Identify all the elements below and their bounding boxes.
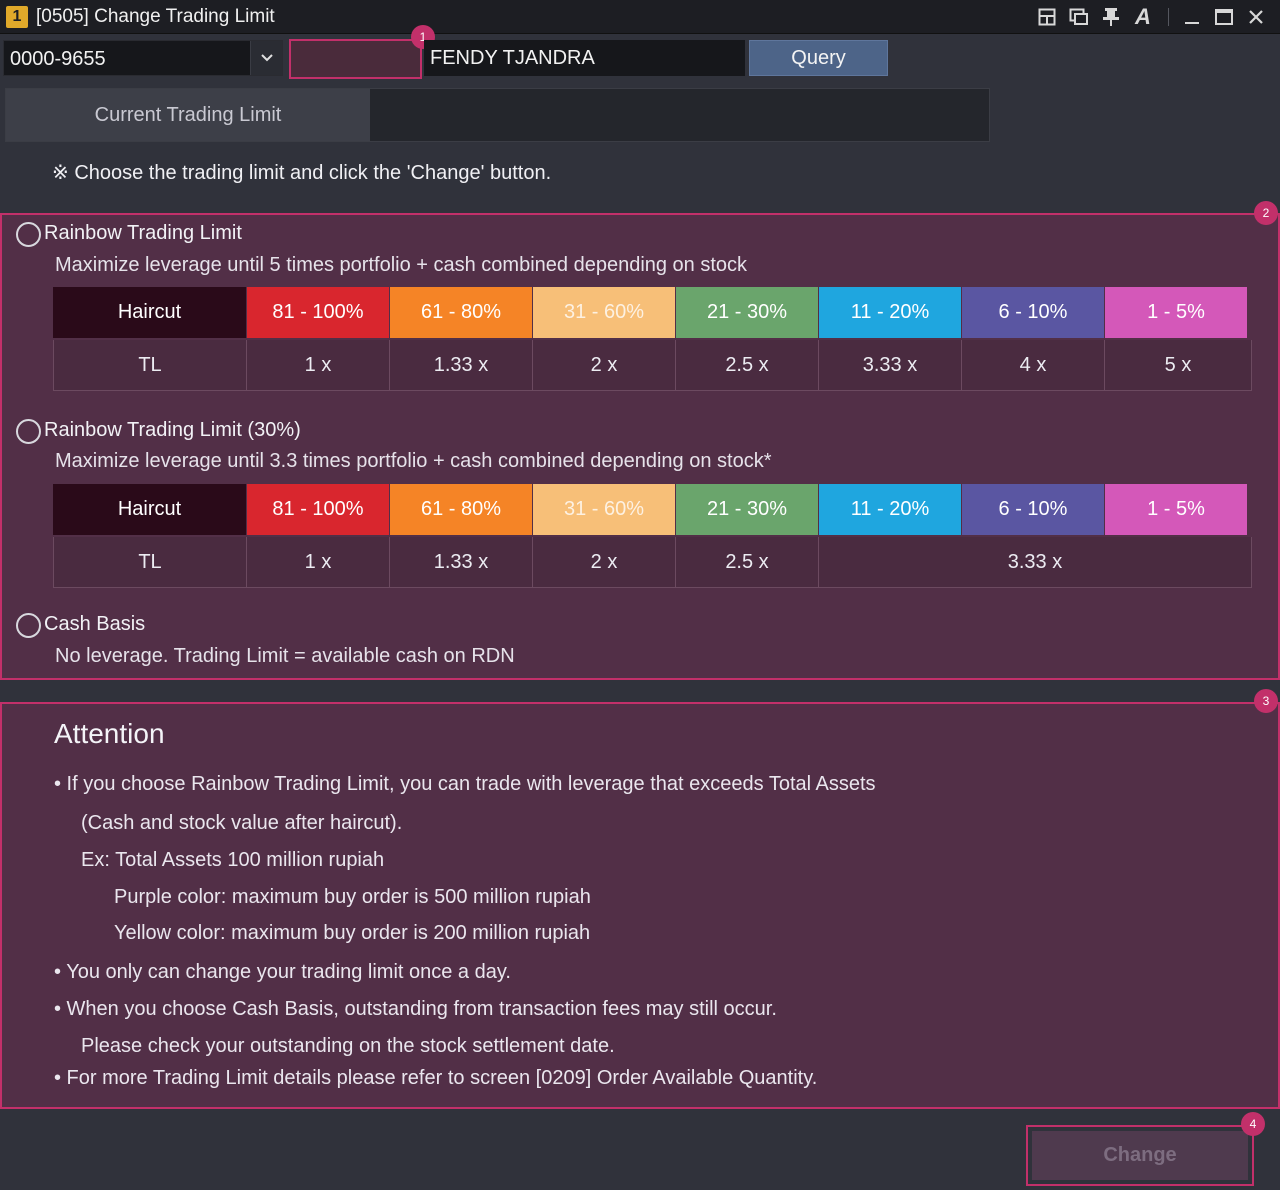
attention-panel: Attention • If you choose Rainbow Tradin… [0,702,1280,1109]
radio-cash-basis[interactable] [16,613,41,638]
tl-header: TL [53,340,247,391]
rainbow-30-limit-table: Haircut 81 - 100% 61 - 80% 31 - 60% 21 -… [53,484,1252,590]
annotation-badge-3: 3 [1254,689,1278,713]
chevron-down-icon [260,54,273,62]
haircut-cell: 11 - 20% [819,287,962,338]
tl-cell-merged: 3.33 x [819,537,1252,588]
rainbow-limit-table: Haircut 81 - 100% 61 - 80% 31 - 60% 21 -… [53,287,1252,393]
minimize-icon[interactable] [1181,6,1203,28]
attention-line: • You only can change your trading limit… [54,961,511,983]
haircut-cell: 1 - 5% [1105,287,1248,338]
instruction-text: ※ Choose the trading limit and click the… [52,162,552,184]
query-button[interactable]: Query [749,40,888,76]
attention-line: • When you choose Cash Basis, outstandin… [54,998,777,1020]
haircut-cell: 31 - 60% [533,484,676,535]
attention-line: Ex: Total Assets 100 million rupiah [81,849,385,871]
option-desc-rainbow-30: Maximize leverage until 3.3 times portfo… [55,450,772,472]
tl-cell: 1.33 x [390,537,533,588]
tl-cell: 4 x [962,340,1105,391]
tab-bar: Current Trading Limit [5,88,990,142]
password-input[interactable] [289,39,422,79]
account-value: 0000-9655 [10,48,106,70]
tl-cell: 5 x [1105,340,1252,391]
tl-cell: 1 x [247,537,390,588]
option-title-cash-basis: Cash Basis [44,613,146,635]
option-desc-rainbow: Maximize leverage until 5 times portfoli… [55,254,748,276]
radio-rainbow-trading-limit-30[interactable] [16,419,41,444]
maximize-icon[interactable] [1213,6,1235,28]
account-name-field: FENDY TJANDRA [424,40,745,76]
window-title: [0505] Change Trading Limit [36,6,275,27]
haircut-cell: 81 - 100% [247,484,390,535]
attention-line: • If you choose Rainbow Trading Limit, y… [54,773,876,795]
tl-cell: 2.5 x [676,340,819,391]
tab-current-trading-limit[interactable]: Current Trading Limit [6,89,370,141]
attention-line: Purple color: maximum buy order is 500 m… [114,886,591,908]
title-bar: 1 [0505] Change Trading Limit A [0,0,1280,34]
haircut-header: Haircut [53,484,247,535]
haircut-cell: 21 - 30% [676,287,819,338]
font-icon[interactable]: A [1132,4,1154,29]
attention-line: (Cash and stock value after haircut). [81,812,403,834]
haircut-cell: 6 - 10% [962,484,1105,535]
tl-header: TL [53,537,247,588]
trading-limit-options-panel [0,213,1280,680]
option-title-rainbow-30: Rainbow Trading Limit (30%) [44,419,301,441]
attention-line: Please check your outstanding on the sto… [81,1035,615,1057]
haircut-cell: 11 - 20% [819,484,962,535]
annotation-badge-4: 4 [1241,1112,1265,1136]
layout-icon[interactable] [1036,6,1058,28]
option-desc-cash-basis: No leverage. Trading Limit = available c… [55,645,515,667]
attention-title: Attention [54,718,165,749]
radio-rainbow-trading-limit[interactable] [16,222,41,247]
annotation-badge-2: 2 [1254,201,1278,225]
tl-cell: 3.33 x [819,340,962,391]
haircut-header: Haircut [53,287,247,338]
close-icon[interactable] [1245,6,1267,28]
popout-icon[interactable] [1068,6,1090,28]
titlebar-separator [1168,8,1169,26]
haircut-cell: 6 - 10% [962,287,1105,338]
haircut-cell: 1 - 5% [1105,484,1248,535]
tl-cell: 2 x [533,537,676,588]
tl-cell: 1 x [247,340,390,391]
pin-icon[interactable] [1100,6,1122,28]
tl-cell: 1.33 x [390,340,533,391]
app-icon: 1 [6,6,28,28]
change-button[interactable]: Change [1032,1131,1248,1180]
account-dropdown-button[interactable] [250,41,282,75]
account-name: FENDY TJANDRA [430,47,595,69]
haircut-cell: 61 - 80% [390,287,533,338]
haircut-cell: 21 - 30% [676,484,819,535]
haircut-cell: 61 - 80% [390,484,533,535]
attention-line: Yellow color: maximum buy order is 200 m… [114,922,591,944]
account-select[interactable]: 0000-9655 [3,40,283,76]
haircut-cell: 31 - 60% [533,287,676,338]
tl-cell: 2 x [533,340,676,391]
haircut-cell: 81 - 100% [247,287,390,338]
tl-cell: 2.5 x [676,537,819,588]
attention-line: • For more Trading Limit details please … [54,1067,818,1089]
option-title-rainbow: Rainbow Trading Limit [44,222,242,244]
